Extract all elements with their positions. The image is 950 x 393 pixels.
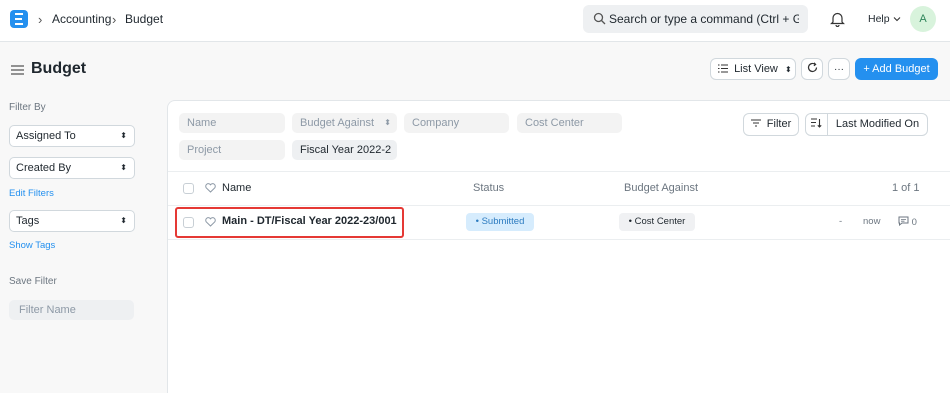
chevron-right-icon: ›	[38, 12, 43, 27]
top-navbar: › Accounting › Budget Help A	[0, 0, 950, 42]
sort-field-button[interactable]: Last Modified On	[827, 113, 928, 136]
project-filter-input[interactable]	[179, 140, 285, 160]
list-view-button[interactable]: List View ⬍	[710, 58, 796, 80]
budget-against-value: Cost Center	[634, 216, 686, 227]
company-filter-input[interactable]	[404, 113, 509, 133]
tags-label: Tags	[16, 215, 40, 227]
column-header-status: Status	[473, 182, 505, 194]
sort-descending-icon	[811, 118, 822, 128]
refresh-button[interactable]	[801, 58, 823, 80]
budget-against-label: Budget Against	[300, 117, 375, 129]
comment-icon	[898, 216, 909, 227]
result-count: 1 of 1	[892, 182, 920, 194]
modified-time: now	[863, 216, 881, 227]
sidebar-toggle-icon[interactable]	[11, 65, 24, 75]
filter-by-heading: Filter By	[9, 102, 46, 113]
search-icon	[593, 12, 606, 25]
tags-select[interactable]: Tags ⬍	[9, 210, 135, 232]
save-filter-heading: Save Filter	[9, 276, 57, 287]
help-label: Help	[868, 13, 890, 25]
list-view-label: List View	[734, 63, 778, 75]
updown-icon: ⬍	[120, 131, 127, 140]
filter-button[interactable]: Filter	[743, 113, 799, 136]
row-highlight-box	[175, 207, 404, 238]
comment-count[interactable]: 0	[898, 216, 917, 228]
divider	[168, 205, 950, 206]
add-budget-button[interactable]: + Add Budget	[855, 58, 938, 80]
page-title: Budget	[31, 60, 87, 77]
budget-against-badge: • Cost Center	[619, 213, 695, 231]
more-actions-button[interactable]: ···	[828, 58, 850, 80]
sort-order-button[interactable]	[805, 113, 828, 136]
list-icon	[718, 64, 728, 73]
status-badge: • Submitted	[466, 213, 534, 231]
budget-against-select[interactable]: Budget Against ⬍	[292, 113, 397, 133]
heart-icon[interactable]	[205, 183, 216, 193]
breadcrumb-accounting[interactable]: Accounting	[52, 12, 111, 26]
refresh-icon	[807, 62, 817, 73]
filter-label: Filter	[766, 118, 792, 130]
avatar[interactable]: A	[910, 6, 936, 32]
column-header-budget-against: Budget Against	[624, 182, 699, 194]
updown-icon: ⬍	[120, 216, 127, 225]
updown-icon: ⬍	[120, 163, 127, 172]
select-all-checkbox[interactable]	[183, 183, 194, 194]
cost-center-filter-input[interactable]	[517, 113, 622, 133]
assigned-to-label: Assigned To	[16, 130, 76, 142]
ellipsis-icon: ···	[834, 64, 844, 75]
created-by-select[interactable]: Created By ⬍	[9, 157, 135, 179]
assigned-to-select[interactable]: Assigned To ⬍	[9, 125, 135, 147]
bell-icon[interactable]	[830, 11, 845, 27]
row-dash: -	[839, 216, 843, 227]
filter-icon	[750, 119, 761, 127]
app-logo-icon[interactable]	[10, 10, 28, 28]
breadcrumb-budget[interactable]: Budget	[125, 12, 163, 26]
list-card: Budget Against ⬍ Filter Last Modified On…	[167, 100, 950, 393]
created-by-label: Created By	[16, 162, 72, 174]
chevron-down-icon	[893, 17, 900, 22]
name-filter-input[interactable]	[179, 113, 285, 133]
search-input[interactable]	[609, 9, 799, 29]
awesomebar[interactable]	[583, 5, 808, 33]
edit-filters-link[interactable]: Edit Filters	[9, 188, 54, 199]
column-header-name[interactable]: Name	[222, 182, 251, 194]
chevron-right-icon: ›	[112, 12, 117, 27]
updown-icon: ⬍	[784, 65, 792, 74]
divider	[168, 239, 950, 240]
updown-icon: ⬍	[384, 118, 391, 127]
show-tags-link[interactable]: Show Tags	[9, 240, 55, 251]
filter-name-input[interactable]	[9, 300, 134, 320]
divider	[168, 171, 950, 172]
comment-count-value: 0	[911, 217, 917, 228]
help-dropdown[interactable]: Help	[868, 13, 901, 25]
fiscal-year-filter-input[interactable]	[292, 140, 397, 160]
status-label: Submitted	[481, 216, 525, 227]
